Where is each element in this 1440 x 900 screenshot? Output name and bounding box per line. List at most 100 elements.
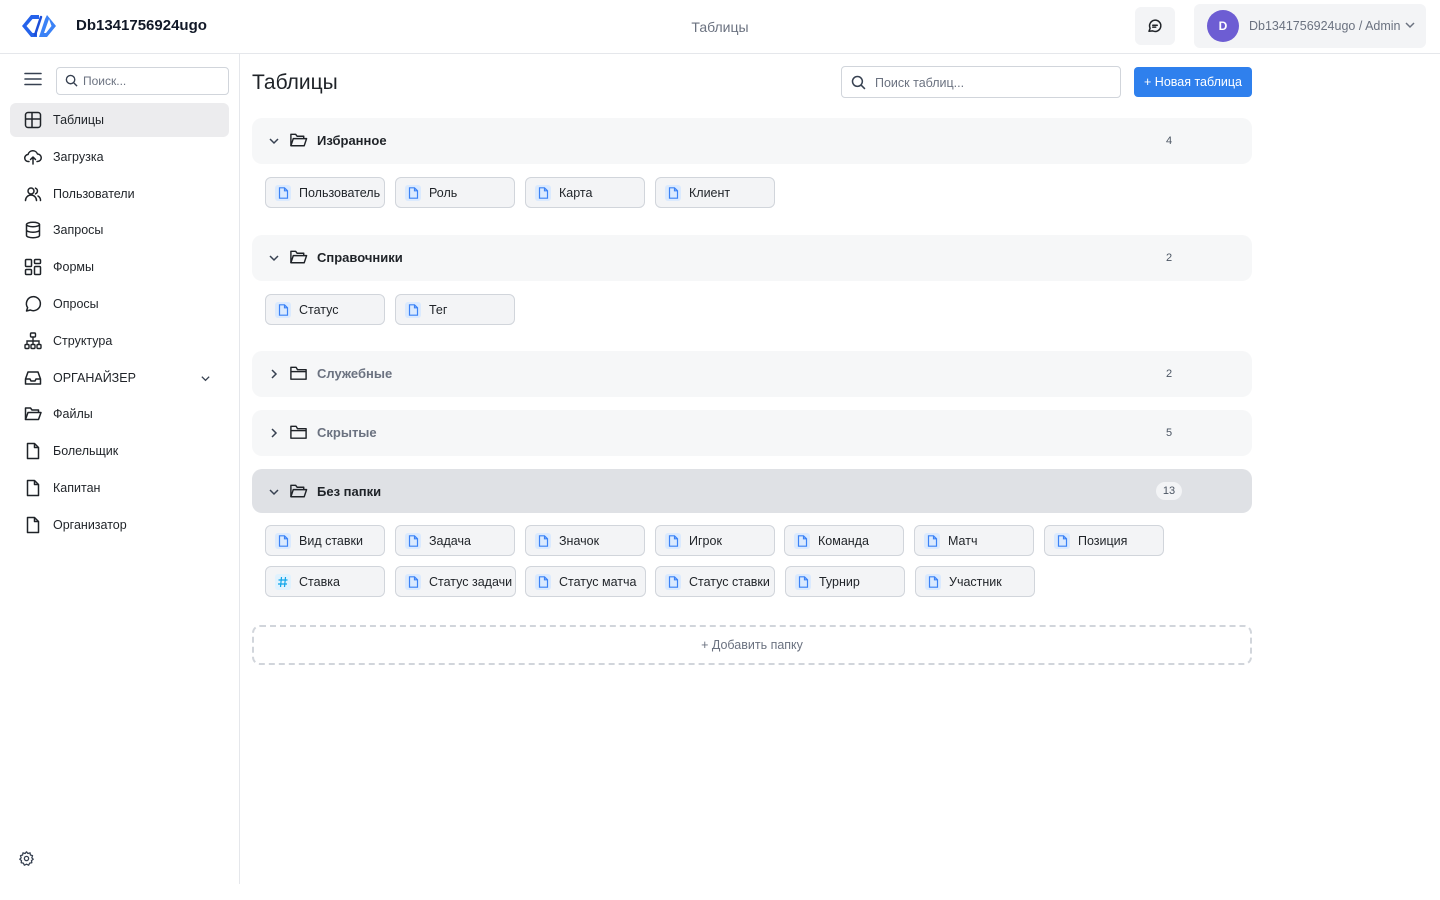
sidebar-item-label: Пользователи — [53, 186, 135, 201]
file-icon — [925, 574, 941, 590]
table-chip[interactable]: Турнир — [785, 566, 905, 597]
table-chip-label: Команда — [818, 534, 869, 548]
file-icon — [26, 479, 40, 497]
chevron-down-icon[interactable] — [268, 252, 280, 264]
table-chip-label: Игрок — [689, 534, 722, 548]
table-chip[interactable]: Статус ставки — [655, 566, 775, 597]
folder-count: 13 — [1156, 482, 1182, 500]
table-chip-label: Задача — [429, 534, 471, 548]
sidebar-item-organizer-role[interactable]: Организатор — [10, 508, 229, 542]
sidebar-item-fan[interactable]: Болельщик — [10, 434, 229, 468]
table-chip[interactable]: Ставка — [265, 566, 385, 597]
table-chip[interactable]: Значок — [525, 525, 645, 556]
file-icon — [794, 533, 810, 549]
inbox-icon — [24, 370, 42, 385]
folder-count: 5 — [1156, 424, 1182, 442]
file-icon — [665, 185, 681, 201]
table-chip-label: Вид ставки — [299, 534, 363, 548]
table-chip[interactable]: Пользователь — [265, 177, 385, 208]
table-chip[interactable]: Статус матча — [525, 566, 646, 597]
chat-icon — [1148, 19, 1162, 33]
table-chip[interactable]: Тег — [395, 294, 515, 325]
user-label: Db1341756924ugo / Admin — [1249, 19, 1401, 33]
table-chip-label: Ставка — [299, 575, 340, 589]
logo-icon[interactable] — [19, 11, 59, 41]
sidebar-item-organizer[interactable]: ОРГАНАЙЗЕР — [10, 361, 229, 395]
chevron-right-icon[interactable] — [268, 368, 280, 380]
sidebar-item-label: Формы — [53, 260, 94, 275]
file-icon — [535, 185, 551, 201]
table-chip[interactable]: Участник — [915, 566, 1035, 597]
avatar: D — [1207, 10, 1239, 42]
sidebar-item-tables[interactable]: Таблицы — [10, 103, 229, 137]
chevron-down-icon[interactable] — [268, 135, 280, 147]
sidebar-item-label: Файлы — [53, 407, 93, 422]
file-icon — [26, 516, 40, 534]
table-chip-label: Матч — [948, 534, 978, 548]
table-search[interactable] — [841, 66, 1121, 98]
sidebar-item-files[interactable]: Файлы — [10, 397, 229, 431]
folder-references[interactable]: Справочники 2 — [252, 235, 1252, 281]
chevron-down-icon[interactable] — [268, 486, 280, 498]
table-chip-label: Статус — [299, 303, 339, 317]
file-icon — [405, 302, 421, 318]
sidebar-search-input[interactable] — [83, 72, 223, 90]
chevron-right-icon[interactable] — [268, 427, 280, 439]
app-header: Db1341756924ugo Таблицы D Db1341756924ug… — [0, 0, 1440, 54]
folder-favorites[interactable]: Избранное 4 — [252, 118, 1252, 164]
file-icon — [275, 302, 291, 318]
sidebar-item-users[interactable]: Пользователи — [10, 177, 229, 211]
chat-button[interactable] — [1135, 7, 1175, 45]
table-chip[interactable]: Позиция — [1044, 525, 1164, 556]
folder-service[interactable]: Служебные 2 — [252, 351, 1252, 397]
file-icon — [535, 574, 551, 590]
chevron-down-icon — [1405, 22, 1415, 29]
table-chip[interactable]: Статус — [265, 294, 385, 325]
folder-icon — [24, 407, 42, 421]
sidebar-item-label: Опросы — [53, 296, 99, 311]
chevron-down-icon[interactable] — [200, 373, 211, 384]
table-chip-label: Статус задачи — [429, 575, 513, 589]
table-search-input[interactable] — [875, 74, 1110, 91]
sidebar-item-forms[interactable]: Формы — [10, 250, 229, 284]
folder-name: Скрытые — [317, 425, 377, 440]
table-chip-label: Тег — [429, 303, 448, 317]
sidebar-item-structure[interactable]: Структура — [10, 324, 229, 358]
table-chip[interactable]: Карта — [525, 177, 645, 208]
new-table-button[interactable]: + Новая таблица — [1134, 67, 1252, 97]
table-chip[interactable]: Статус задачи — [395, 566, 516, 597]
folder-count: 2 — [1156, 249, 1182, 267]
sidebar-item-upload[interactable]: Загрузка — [10, 140, 229, 174]
sidebar-search[interactable] — [56, 67, 229, 95]
file-icon — [405, 574, 421, 590]
folder-no-folder[interactable]: Без папки 13 — [252, 469, 1252, 513]
menu-icon[interactable] — [24, 72, 42, 86]
table-chip-label: Пользователь — [299, 186, 381, 200]
add-folder-button[interactable]: + Добавить папку — [252, 625, 1252, 665]
table-chip[interactable]: Клиент — [655, 177, 775, 208]
table-chip[interactable]: Задача — [395, 525, 515, 556]
user-menu[interactable]: D Db1341756924ugo / Admin — [1194, 4, 1426, 48]
sidebar-nav: Таблицы Загрузка Пользователи Запросы Фо… — [10, 103, 229, 545]
folder-open-icon — [290, 484, 308, 498]
sidebar-item-captain[interactable]: Капитан — [10, 471, 229, 505]
upload-icon — [24, 149, 42, 165]
table-icon — [24, 111, 42, 129]
sidebar-item-label: Загрузка — [53, 149, 104, 164]
table-chip[interactable]: Команда — [784, 525, 904, 556]
header-page-title: Таблицы — [691, 19, 749, 35]
table-chip[interactable]: Игрок — [655, 525, 775, 556]
table-chip[interactable]: Вид ставки — [265, 525, 385, 556]
table-chip[interactable]: Роль — [395, 177, 515, 208]
table-chip[interactable]: Матч — [914, 525, 1034, 556]
structure-icon — [24, 332, 42, 349]
sidebar-item-label: Организатор — [53, 517, 127, 532]
file-icon — [1054, 533, 1070, 549]
users-icon — [24, 186, 42, 201]
sidebar-item-surveys[interactable]: Опросы — [10, 287, 229, 321]
sidebar-item-queries[interactable]: Запросы — [10, 213, 229, 247]
file-icon — [924, 533, 940, 549]
folder-hidden[interactable]: Скрытые 5 — [252, 410, 1252, 456]
grid-icon — [24, 258, 42, 276]
gear-icon[interactable] — [18, 850, 35, 867]
